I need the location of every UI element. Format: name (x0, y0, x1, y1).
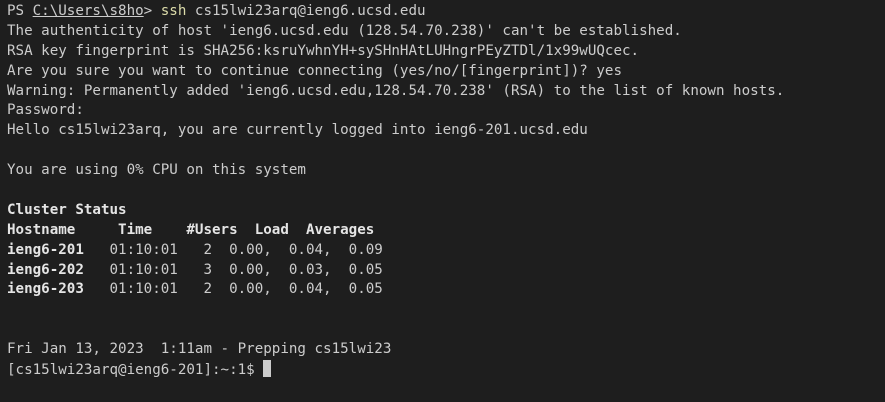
output-password: Password: (7, 102, 84, 119)
text-cursor[interactable] (263, 360, 272, 378)
current-path: C:\Users\s8ho (32, 3, 144, 19)
cluster-table-header: Hostname Time #Users Load Averages (7, 221, 375, 238)
hostname-cell: ieng6-201 (7, 241, 84, 258)
output-hello: Hello cs15lwi23arq, you are currently lo… (7, 122, 588, 139)
row-values: 01:10:01 2 0.00, 0.04, 0.09 (83, 241, 383, 258)
output-cpu: You are using 0% CPU on this system (7, 162, 306, 179)
local-prompt-line: PS C:\Users\s8ho> ssh cs15lwi23arq@ieng6… (7, 2, 885, 22)
remote-prompt: [cs15lwi23arq@ieng6-201]:~:1$ (7, 362, 264, 379)
output-fingerprint: RSA key fingerprint is SHA256:ksruYwhnYH… (7, 42, 640, 59)
hostname-cell: ieng6-202 (7, 261, 84, 278)
terminal-window[interactable]: PS C:\Users\s8ho> ssh cs15lwi23arq@ieng6… (0, 0, 885, 402)
cluster-status-title: Cluster Status (7, 201, 127, 218)
row-values: 01:10:01 3 0.00, 0.03, 0.05 (83, 261, 383, 278)
output-confirm: Are you sure you want to continue connec… (7, 62, 622, 79)
ps-label: PS (7, 3, 33, 19)
table-row: ieng6-201 01:10:01 2 0.00, 0.04, 0.09 (7, 241, 885, 261)
hostname-cell: ieng6-203 (7, 281, 84, 298)
command-args: cs15lwi23arq@ieng6.ucsd.edu (186, 3, 426, 19)
footer-date-line: Fri Jan 13, 2023 1:11am - Prepping cs15l… (7, 341, 392, 358)
command-name: ssh (160, 3, 187, 19)
table-row: ieng6-203 01:10:01 2 0.00, 0.04, 0.05 (7, 280, 885, 300)
output-authenticity: The authenticity of host 'ieng6.ucsd.edu… (7, 22, 682, 39)
prompt-symbol: > (143, 3, 161, 19)
row-values: 01:10:01 2 0.00, 0.04, 0.05 (83, 281, 383, 298)
table-row: ieng6-202 01:10:01 3 0.00, 0.03, 0.05 (7, 261, 885, 281)
remote-prompt-line[interactable]: [cs15lwi23arq@ieng6-201]:~:1$ (7, 360, 885, 380)
output-warning: Warning: Permanently added 'ieng6.ucsd.e… (7, 82, 785, 99)
